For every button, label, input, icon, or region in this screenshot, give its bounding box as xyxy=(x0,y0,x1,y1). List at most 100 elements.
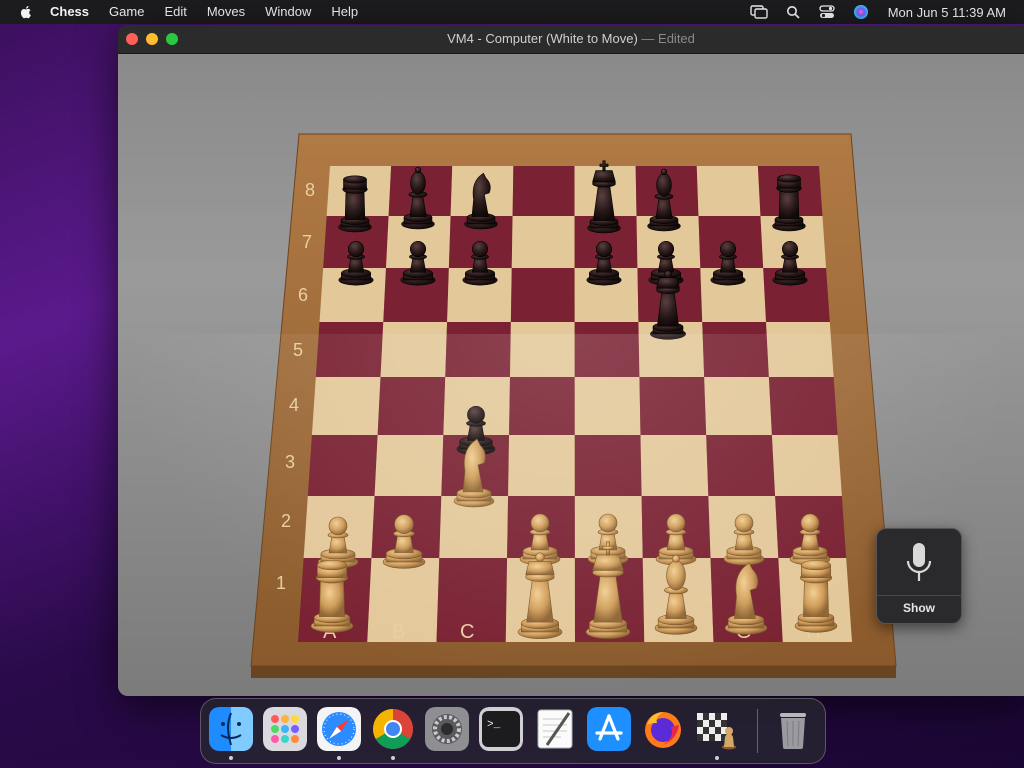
board-square-h2[interactable] xyxy=(775,496,847,558)
board-square-h3[interactable] xyxy=(771,435,842,496)
screen-mirroring-icon[interactable] xyxy=(750,4,768,20)
board-square-g3[interactable] xyxy=(706,435,776,496)
board-square-a2[interactable] xyxy=(303,496,375,558)
board-square-e2[interactable] xyxy=(574,496,643,558)
board-square-f1[interactable] xyxy=(642,558,714,642)
launchpad-icon[interactable] xyxy=(263,707,307,751)
board-square-a1[interactable] xyxy=(298,558,372,642)
white-bishop-f1[interactable] xyxy=(654,554,698,635)
board-square-c2[interactable] xyxy=(439,496,509,558)
menu-edit[interactable]: Edit xyxy=(154,0,196,24)
finder-icon[interactable] xyxy=(209,707,253,751)
board-square-g8[interactable] xyxy=(696,166,761,216)
board-square-c4[interactable] xyxy=(443,377,510,435)
board-square-c3[interactable] xyxy=(441,435,510,496)
board-square-e4[interactable] xyxy=(574,377,641,435)
board-square-d2[interactable] xyxy=(507,496,575,558)
board-square-d7[interactable] xyxy=(511,216,575,268)
dictation-show-button[interactable]: Show xyxy=(877,601,961,615)
trash-icon[interactable] xyxy=(771,707,815,751)
menu-moves[interactable]: Moves xyxy=(197,0,255,24)
board-square-b3[interactable] xyxy=(374,435,444,496)
window-title: VM4 - Computer (White to Move) — Edited xyxy=(118,31,1024,46)
board-square-d6[interactable] xyxy=(510,268,575,322)
board-square-f4[interactable] xyxy=(639,377,707,435)
board-square-d1[interactable] xyxy=(505,558,575,642)
window-titlebar[interactable]: VM4 - Computer (White to Move) — Edited xyxy=(118,25,1024,54)
black-pawn-c4[interactable] xyxy=(456,405,496,455)
white-pawn-a2[interactable] xyxy=(317,516,359,569)
white-rook-h1[interactable] xyxy=(794,560,838,633)
white-pawn-h2[interactable] xyxy=(789,513,831,566)
board-square-a5[interactable] xyxy=(315,322,384,377)
board-square-b5[interactable] xyxy=(380,322,448,377)
board-square-e3[interactable] xyxy=(574,435,642,496)
system-settings-icon[interactable] xyxy=(425,707,469,751)
board-square-d3[interactable] xyxy=(508,435,575,496)
board-square-b4[interactable] xyxy=(377,377,446,435)
white-pawn-e2[interactable] xyxy=(587,513,629,566)
safari-running-indicator xyxy=(337,756,341,760)
board-square-a3[interactable] xyxy=(307,435,378,496)
white-rook-a1[interactable] xyxy=(310,560,354,633)
menu-app-chess[interactable]: Chess xyxy=(44,0,99,24)
dock: >_ xyxy=(200,698,826,764)
board-square-e1[interactable] xyxy=(574,558,645,642)
chrome-icon[interactable] xyxy=(371,707,415,751)
board-square-g2[interactable] xyxy=(708,496,779,558)
svg-text:>_: >_ xyxy=(487,719,501,731)
chess-icon[interactable] xyxy=(695,707,739,751)
white-pawn-g2[interactable] xyxy=(723,513,765,566)
chrome-running-indicator xyxy=(391,756,395,760)
rank-label-2: 2 xyxy=(281,511,291,531)
spotlight-search-icon[interactable] xyxy=(784,4,802,20)
menu-window[interactable]: Window xyxy=(255,0,321,24)
board-square-f3[interactable] xyxy=(640,435,709,496)
file-label-c: C xyxy=(460,621,474,643)
board-square-d8[interactable] xyxy=(512,166,575,216)
board-square-g1[interactable] xyxy=(710,558,783,642)
dictation-panel[interactable]: Show xyxy=(876,528,962,624)
board-square-d4[interactable] xyxy=(509,377,575,435)
chess-running-indicator xyxy=(715,756,719,760)
white-pawn-d2[interactable] xyxy=(519,513,561,566)
board-square-g5[interactable] xyxy=(702,322,769,377)
file-label-h: H xyxy=(806,621,820,643)
control-center-icon[interactable] xyxy=(818,4,836,20)
board-square-b1[interactable] xyxy=(367,558,440,642)
apple-menu-icon[interactable] xyxy=(18,4,34,20)
app-store-icon[interactable] xyxy=(587,707,631,751)
board-square-a4[interactable] xyxy=(311,377,381,435)
white-king-e1[interactable] xyxy=(585,541,631,639)
board-square-c1[interactable] xyxy=(436,558,508,642)
textedit-icon[interactable] xyxy=(533,707,577,751)
board-square-g4[interactable] xyxy=(704,377,772,435)
rank-label-8: 8 xyxy=(305,180,315,200)
board-square-h1[interactable] xyxy=(778,558,852,642)
board-square-h5[interactable] xyxy=(766,322,834,377)
dock-separator xyxy=(757,709,758,753)
board-squares[interactable] xyxy=(298,166,852,642)
board-square-c5[interactable] xyxy=(445,322,511,377)
board-square-b2[interactable] xyxy=(371,496,442,558)
menu-help[interactable]: Help xyxy=(321,0,368,24)
siri-icon[interactable] xyxy=(852,4,870,20)
menu-clock[interactable]: Mon Jun 5 11:39 AM xyxy=(888,5,1006,20)
board-square-d5[interactable] xyxy=(509,322,575,377)
white-pawn-b2[interactable] xyxy=(382,514,426,569)
white-knight-c3[interactable] xyxy=(453,438,495,508)
window-title-text: VM4 - Computer (White to Move) xyxy=(447,31,638,46)
terminal-icon[interactable]: >_ xyxy=(479,707,523,751)
rank-label-6: 6 xyxy=(298,285,308,305)
safari-icon[interactable] xyxy=(317,707,361,751)
white-pawn-f2[interactable] xyxy=(655,513,697,566)
board-square-e5[interactable] xyxy=(574,322,640,377)
microphone-icon[interactable] xyxy=(877,535,961,593)
board-square-h4[interactable] xyxy=(768,377,838,435)
white-queen-d1[interactable] xyxy=(517,552,563,639)
firefox-icon[interactable] xyxy=(641,707,685,751)
board-square-f2[interactable] xyxy=(641,496,711,558)
menu-game[interactable]: Game xyxy=(99,0,154,24)
rank-label-7: 7 xyxy=(302,232,312,252)
white-knight-g1[interactable] xyxy=(724,562,768,635)
